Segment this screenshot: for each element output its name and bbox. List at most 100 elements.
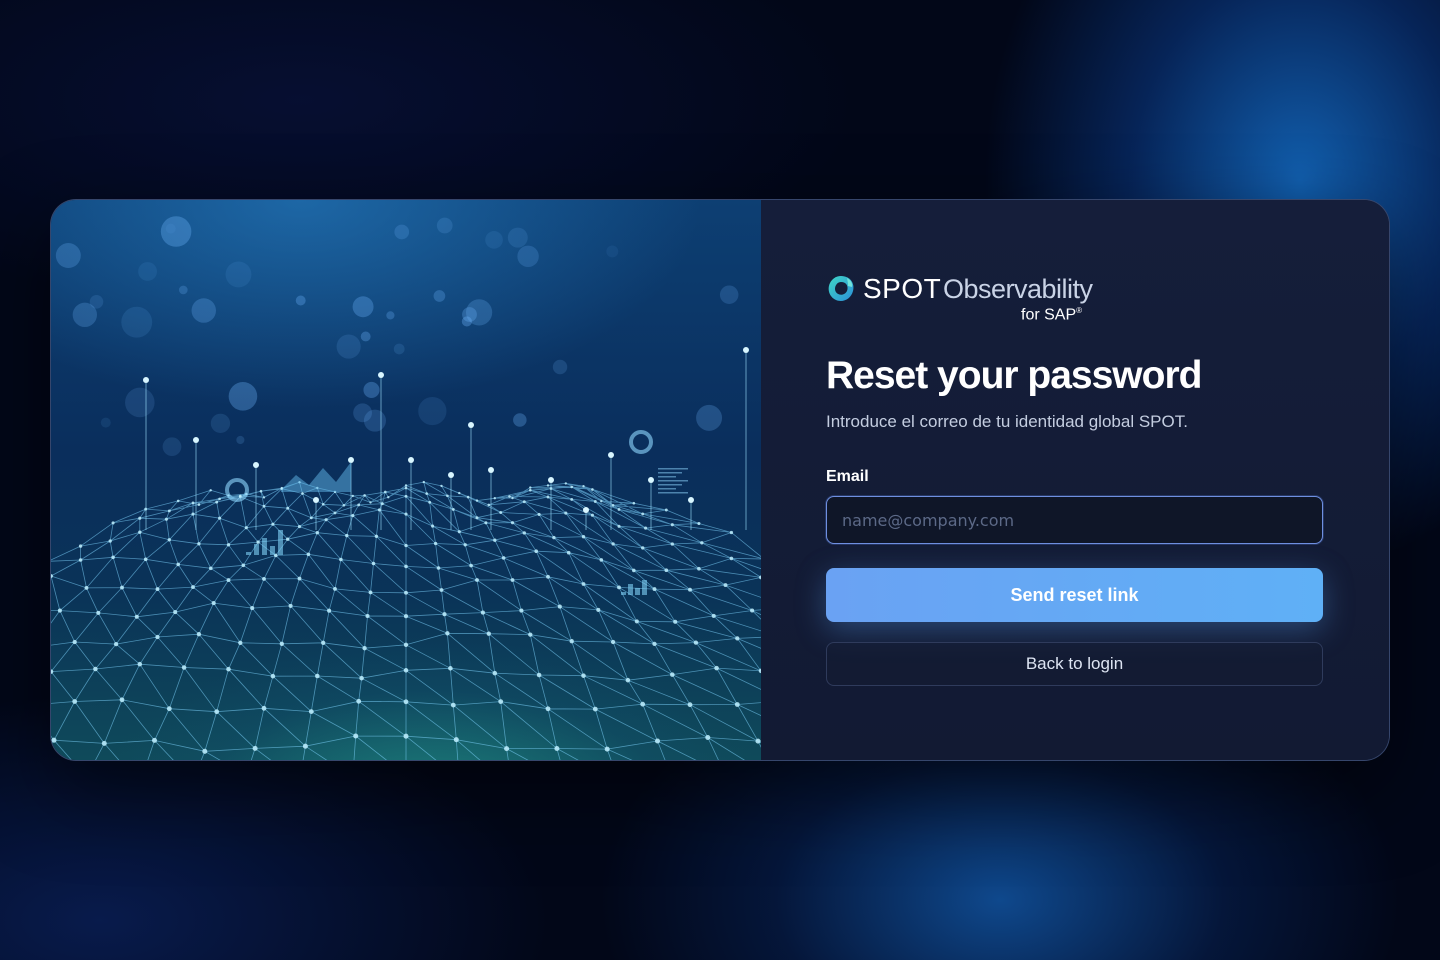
mesh-node [670,523,674,527]
mesh-node [297,576,302,581]
mini-text-lines [658,480,688,482]
spike-node [648,477,654,483]
mesh-node [356,698,362,704]
mini-text-lines [658,476,676,478]
mesh-node [119,697,125,703]
mesh-node [218,497,221,501]
mesh-node [436,566,441,570]
mesh-node [557,604,562,609]
mesh-node [138,530,142,534]
mesh-node [164,517,168,521]
mesh-node [137,661,143,667]
mesh-node [138,516,142,520]
mesh-node [581,582,586,586]
mesh-node [202,748,208,754]
mesh-node [134,614,139,619]
spot-logo-icon [828,276,854,301]
mesh-node [72,699,78,704]
email-field[interactable] [826,496,1323,544]
mesh-node [191,585,195,590]
mesh-node [693,640,699,645]
mesh-node [581,673,586,678]
bokeh-light [210,413,231,433]
bokeh-light [162,437,182,457]
bokeh-light [121,306,153,338]
mesh-node [440,484,443,488]
mesh-node [286,506,290,510]
mesh-node [475,499,479,502]
mesh-node [537,512,541,516]
mesh-node [463,543,467,547]
mesh-node [625,677,631,683]
bokeh-light [352,296,374,318]
mesh-node [508,495,511,498]
mesh-node [687,702,693,708]
mesh-node [617,507,621,511]
mesh-node [327,608,332,613]
bokeh-light [363,409,386,432]
page-subtitle: Introduce el correo de tu identidad glob… [826,412,1188,431]
mini-bar [642,580,647,595]
bokeh-light [461,316,472,327]
mesh-node [309,516,313,520]
mesh-node [333,586,337,591]
mesh-node [238,640,243,645]
mesh-node [493,538,497,542]
mesh-node [403,668,409,673]
mesh-node [315,531,319,535]
mesh-node [262,576,266,581]
bokeh-light [360,331,371,342]
mesh-node [403,614,409,619]
mesh-node [368,590,373,595]
mesh-node [226,578,231,583]
mesh-node [151,737,158,743]
mesh-node [750,608,755,613]
mesh-node [403,699,409,705]
mesh-node [383,490,387,494]
mesh-node [324,518,328,522]
back-to-login-button[interactable]: Back to login [826,642,1323,686]
mesh-node [670,672,675,677]
mini-text-lines [658,484,682,486]
mini-text-lines [658,488,676,490]
mini-text-lines [658,472,682,474]
mesh-node [173,610,178,615]
mesh-node [241,563,246,568]
mesh-node [377,508,381,512]
bokeh-light [386,311,395,320]
mesh-node [209,566,213,571]
mesh-node [363,494,366,497]
mini-area-chart [281,462,351,492]
spike-node [193,437,199,443]
mesh-node [321,640,326,645]
mesh-node [617,524,621,528]
mesh-node [357,503,361,507]
mesh-node [450,702,456,708]
send-reset-link-button[interactable]: Send reset link [826,568,1323,622]
mesh-node [351,514,355,518]
mesh-node [279,641,284,646]
mesh-node [422,480,425,484]
mesh-node [181,665,187,670]
mesh-node [664,508,668,512]
mesh-node [211,601,216,606]
bokeh-light [160,216,192,247]
mesh-node [492,670,498,676]
mesh-node [252,745,258,751]
mesh-node [404,590,408,595]
mini-text-lines [658,468,688,470]
mesh-node [143,557,148,562]
mesh-node [582,485,585,488]
mesh-node [262,496,266,499]
mesh-lines [51,481,761,760]
mesh-node [374,534,379,538]
mesh-node [700,541,704,545]
mesh-node [466,495,470,499]
spike-node [608,452,614,458]
mesh-node [484,521,488,525]
bokeh-light [55,243,81,269]
mini-text-lines [658,492,688,494]
mesh-node [404,494,408,498]
mesh-node [315,673,320,679]
mesh-node [51,737,57,743]
